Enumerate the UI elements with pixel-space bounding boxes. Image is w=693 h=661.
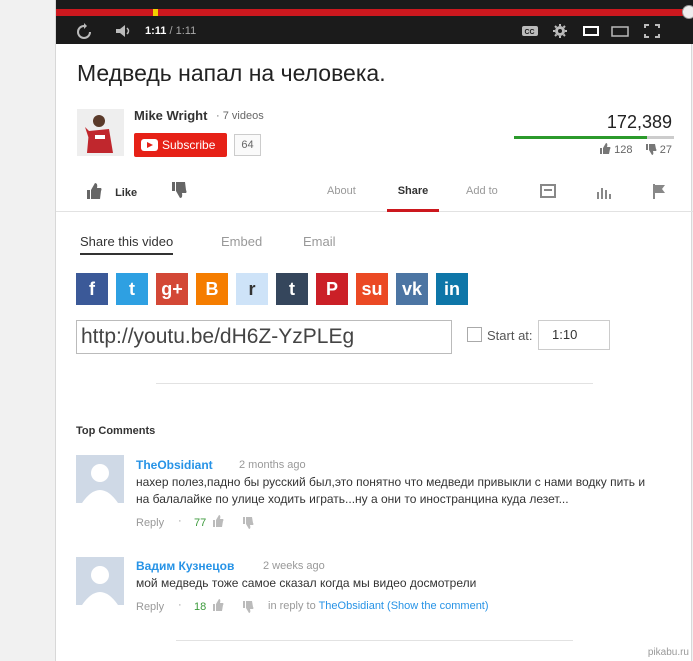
time-display: 1:11 / 1:11 xyxy=(145,22,196,40)
volume-icon[interactable] xyxy=(114,22,134,40)
like-button[interactable]: Like xyxy=(86,183,137,199)
svg-text:CC: CC xyxy=(525,29,535,36)
comment-date[interactable]: 2 months ago xyxy=(239,459,306,471)
tab-share-this-video[interactable]: Share this video xyxy=(80,234,174,255)
divider xyxy=(156,383,593,384)
comment-date[interactable]: 2 weeks ago xyxy=(263,560,325,572)
google-plus-icon[interactable]: g+ xyxy=(156,273,188,305)
twitter-icon[interactable]: t xyxy=(116,273,148,305)
thumbs-up-icon xyxy=(600,143,611,154)
tumblr-icon[interactable]: t xyxy=(276,273,308,305)
pinterest-icon[interactable]: P xyxy=(316,273,348,305)
like-ratio-bar xyxy=(514,136,674,139)
time-separator: / xyxy=(169,25,173,37)
share-url-field[interactable]: http://youtu.be/dH6Z-YzPLEg xyxy=(76,320,452,354)
report-flag-icon[interactable] xyxy=(652,183,668,199)
reply-button[interactable]: Reply xyxy=(136,517,164,529)
comment-text: нахер полез,падно бы русский был,это пон… xyxy=(136,475,646,506)
like-count: 128 xyxy=(614,144,633,156)
commenter-avatar[interactable] xyxy=(76,557,124,605)
video-count-text[interactable]: 7 videos xyxy=(223,110,264,122)
large-player-icon[interactable] xyxy=(611,22,629,40)
channel-name[interactable]: Mike Wright xyxy=(134,108,207,123)
tab-about[interactable]: About xyxy=(327,170,356,212)
video-page: 1:11 / 1:11 CC Медведь напал на человека… xyxy=(55,0,693,661)
action-bar: Like About Share Add to xyxy=(56,170,693,212)
watermark: pikabu.ru xyxy=(647,647,689,658)
reply-button[interactable]: Reply xyxy=(136,601,164,613)
comment-text: мой медведь тоже самое сказал когда мы в… xyxy=(136,576,477,590)
separator-dot: · xyxy=(178,599,182,611)
tab-embed[interactable]: Embed xyxy=(221,234,262,249)
in-reply-prefix: in reply to xyxy=(268,600,316,612)
comments-heading: Top Comments xyxy=(76,425,156,437)
video-count[interactable]: · 7 videos xyxy=(216,110,264,122)
start-at-label: Start at: xyxy=(487,328,533,343)
separator-dot: · xyxy=(178,515,182,527)
progress-marker xyxy=(153,9,158,16)
youtube-logo-icon xyxy=(141,139,158,151)
replay-icon[interactable] xyxy=(76,22,92,40)
tab-share[interactable]: Share xyxy=(387,170,439,212)
channel-avatar[interactable] xyxy=(77,109,124,156)
progress-knob[interactable] xyxy=(682,5,693,19)
subscribe-label: Subscribe xyxy=(162,138,216,152)
comment-score: 18 xyxy=(194,601,207,613)
in-reply-link[interactable]: TheObsidiant (Show the comment) xyxy=(319,600,489,612)
like-counts: 128 27 xyxy=(599,143,672,156)
blogger-icon[interactable]: B xyxy=(196,273,228,305)
in-reply-to: in reply to TheObsidiant (Show the comme… xyxy=(268,600,489,612)
small-player-icon[interactable] xyxy=(583,22,599,40)
start-at-checkbox[interactable] xyxy=(467,327,482,342)
vk-icon[interactable]: vk xyxy=(396,273,428,305)
fullscreen-icon[interactable] xyxy=(644,22,660,40)
comment-author[interactable]: TheObsidiant xyxy=(136,458,213,472)
commenter-avatar[interactable] xyxy=(76,455,124,503)
duration: 1:11 xyxy=(175,25,197,37)
comment-score: 77 xyxy=(194,517,207,529)
tab-add-to[interactable]: Add to xyxy=(466,170,498,212)
tab-email[interactable]: Email xyxy=(303,234,336,249)
captions-icon[interactable]: CC xyxy=(521,22,539,40)
comment-upvote-icon[interactable] xyxy=(212,599,224,611)
like-icon xyxy=(87,183,102,199)
comment-downvote-icon[interactable] xyxy=(242,517,254,529)
subscriber-count: 64 xyxy=(234,134,261,156)
progress-bar[interactable] xyxy=(56,5,693,19)
video-title: Медведь напал на человека. xyxy=(77,60,386,86)
like-label: Like xyxy=(115,187,138,199)
linkedin-icon[interactable]: in xyxy=(436,273,468,305)
divider xyxy=(176,640,573,641)
dislike-button[interactable] xyxy=(171,182,187,198)
stumbleupon-icon[interactable]: su xyxy=(356,273,388,305)
start-at-input[interactable]: 1:10 xyxy=(538,320,610,350)
transcript-icon[interactable] xyxy=(540,183,556,199)
reddit-icon[interactable]: r xyxy=(236,273,268,305)
dislike-count: 27 xyxy=(659,144,672,156)
thumbs-down-icon xyxy=(645,144,657,155)
player-controls: 1:11 / 1:11 CC xyxy=(56,0,693,44)
facebook-icon[interactable]: f xyxy=(76,273,108,305)
statistics-icon[interactable] xyxy=(596,184,612,200)
comment-downvote-icon[interactable] xyxy=(242,601,254,613)
like-ratio-fill xyxy=(514,136,647,139)
comment-author[interactable]: Вадим Кузнецов xyxy=(136,559,234,573)
subscribe-button[interactable]: Subscribe xyxy=(134,133,227,157)
settings-icon[interactable] xyxy=(552,22,568,40)
comment-upvote-icon[interactable] xyxy=(212,515,224,527)
view-count: 172,389 xyxy=(606,112,672,132)
current-time: 1:11 xyxy=(145,25,167,37)
